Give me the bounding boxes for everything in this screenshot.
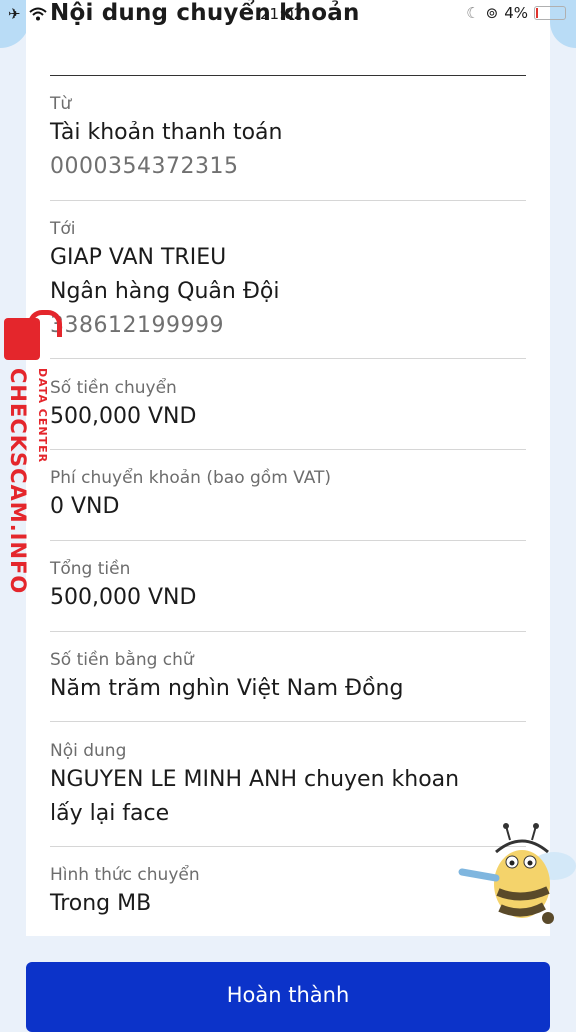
checkscam-watermark: CHECKSCAM.INFO DATA CENTER [0,310,62,600]
wifi-icon [28,7,47,21]
recipient-bank: Ngân hàng Quân Đội [50,279,280,304]
amount-value: 500,000 VND [50,404,197,429]
battery-percent: 4% [504,4,528,22]
divider [50,358,526,359]
divider [50,449,526,450]
total-section: Tổng tiền 500,000 VND [50,557,526,615]
moon-icon: ☾ [466,4,480,22]
to-label: Tới [50,219,76,239]
divider [50,540,526,541]
battery-icon [534,6,566,20]
amount-label: Số tiền chuyển [50,378,177,398]
fee-section: Phí chuyển khoản (bao gồm VAT) 0 VND [50,466,526,524]
complete-button[interactable]: Hoàn thành [26,962,550,1032]
recipient-name: GIAP VAN TRIEU [50,245,227,270]
watermark-subtext: DATA CENTER [36,368,49,464]
total-label: Tổng tiền [50,559,131,579]
watermark-text: CHECKSCAM.INFO [6,368,30,595]
recipient-account-number: 338612199999 [50,313,224,338]
fee-label: Phí chuyển khoản (bao gồm VAT) [50,468,332,488]
divider [50,721,526,722]
title-divider [50,75,526,76]
rotation-lock-icon: ⊚ [485,4,499,22]
amount-words-value: Năm trăm nghìn Việt Nam Đồng [50,676,404,701]
divider [50,631,526,632]
status-time: 21:02 [260,5,304,23]
from-section: Từ Tài khoản thanh toán 0000354372315 [50,92,526,184]
lock-icon [4,318,40,360]
amount-words-section: Số tiền bằng chữ Năm trăm nghìn Việt Nam… [50,648,526,706]
content-line-1: NGUYEN LE MINH ANH chuyen khoan [50,767,460,792]
to-section: Tới GIAP VAN TRIEU Ngân hàng Quân Đội 33… [50,217,526,343]
airplane-icon: ✈ [8,5,21,23]
bee-mascot-icon [458,823,576,924]
divider [50,200,526,201]
content-section: Nội dung NGUYEN LE MINH ANH chuyen khoan… [50,739,526,831]
total-value: 500,000 VND [50,585,197,610]
content-label: Nội dung [50,741,127,761]
fee-value: 0 VND [50,494,120,519]
amount-section: Số tiền chuyển 500,000 VND [50,376,526,434]
from-account-name: Tài khoản thanh toán [50,120,283,145]
amount-words-label: Số tiền bằng chữ [50,650,194,670]
from-label: Từ [50,94,72,114]
from-account-number: 0000354372315 [50,154,239,179]
status-bar: ✈ 21:02 ☾ ⊚ 4% [0,0,576,30]
